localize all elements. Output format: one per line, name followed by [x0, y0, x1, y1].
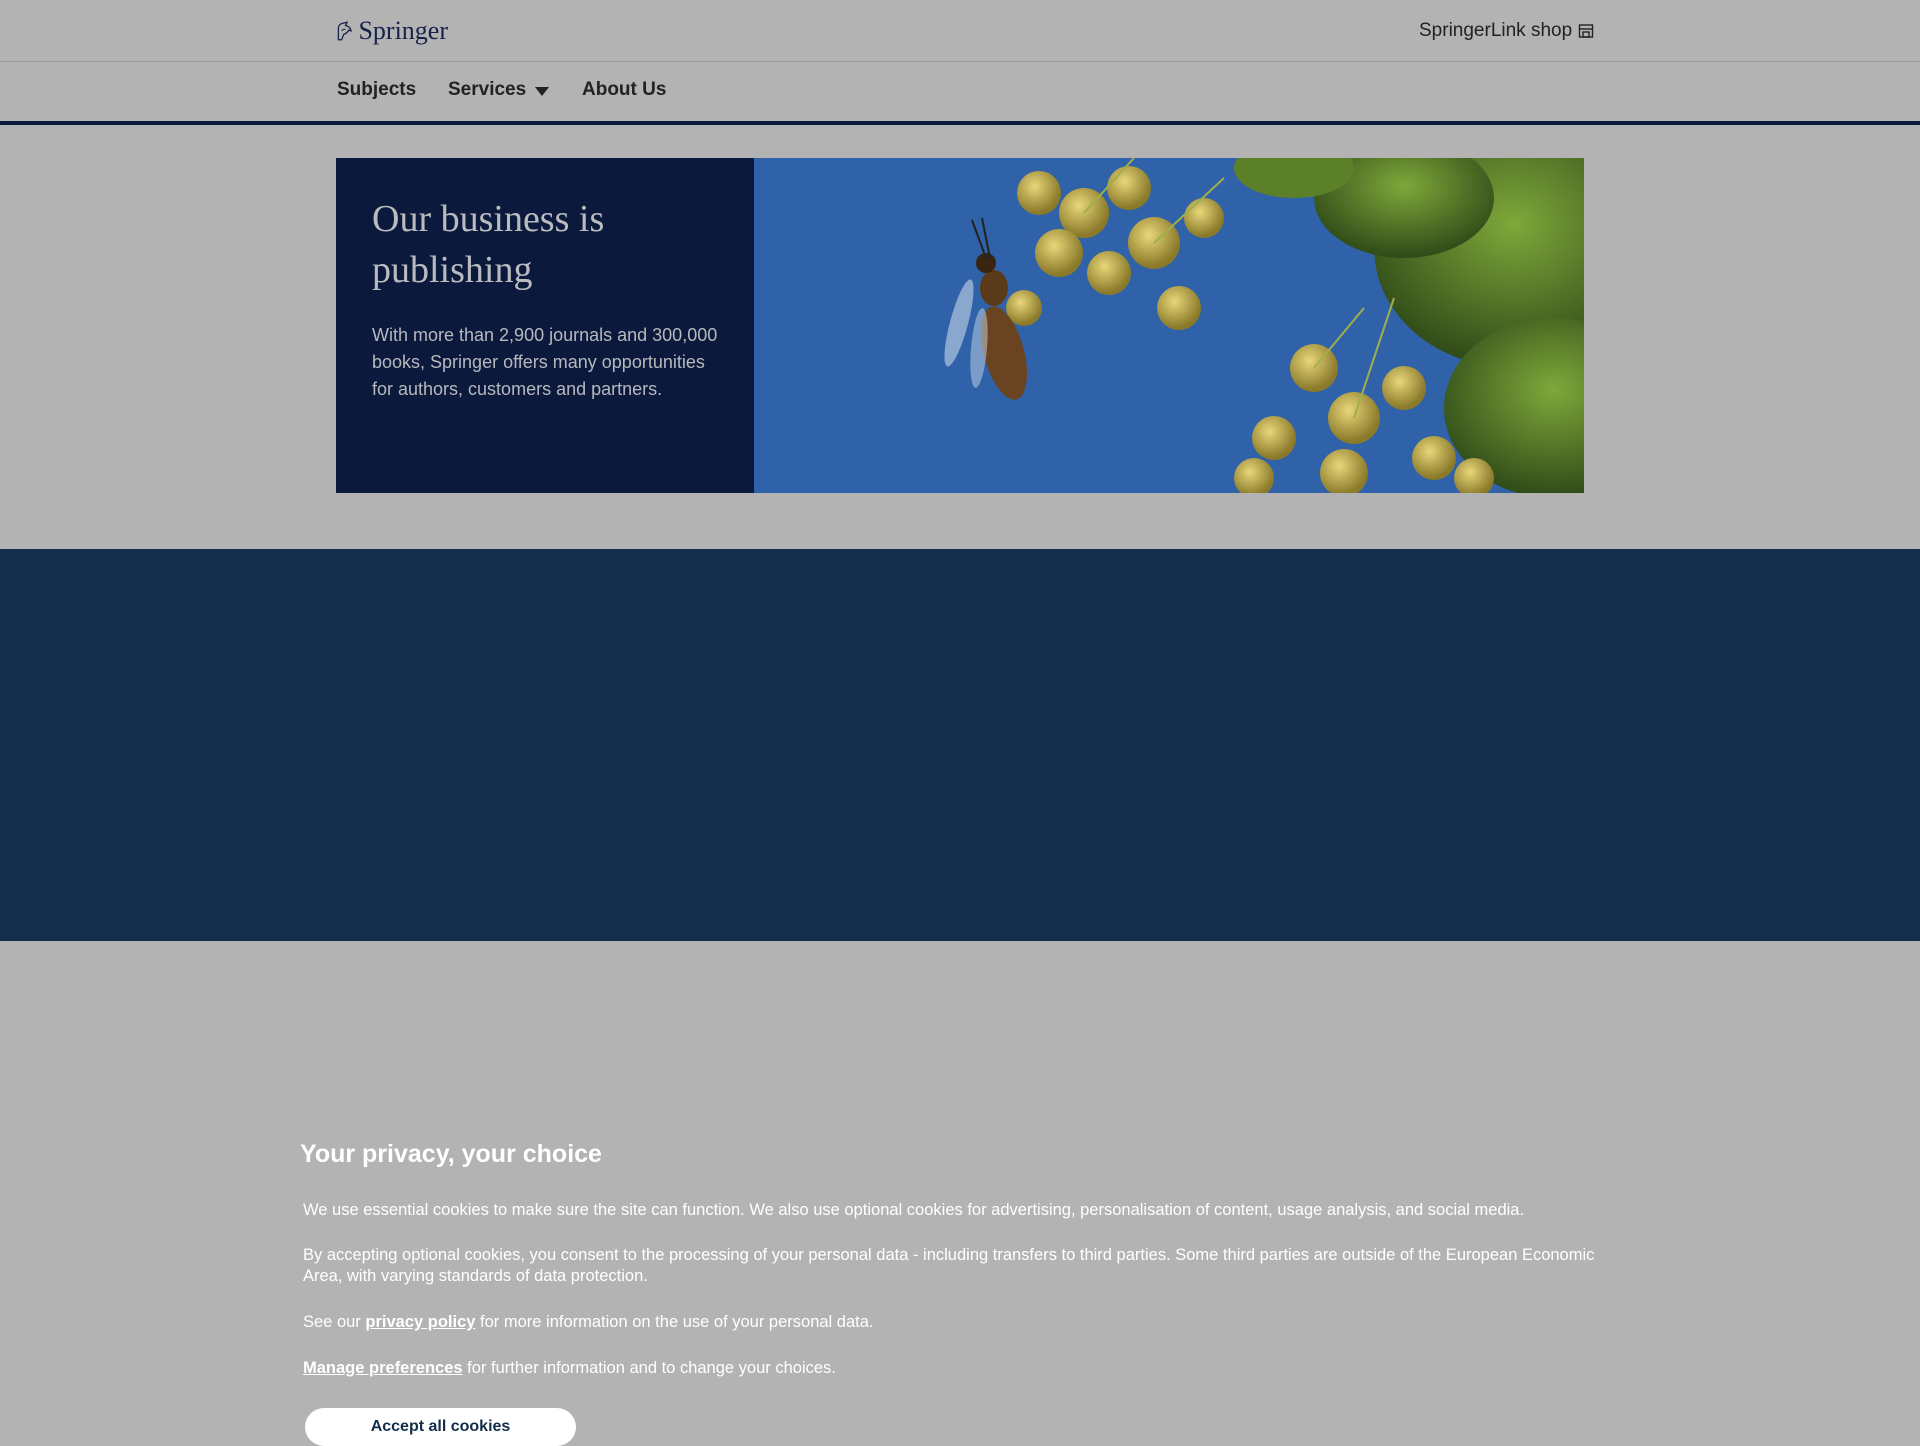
- cookie-paragraph-privacy: See our privacy policy for more informat…: [303, 1312, 874, 1333]
- cookie-paragraph-consent: By accepting optional cookies, you conse…: [303, 1246, 1595, 1285]
- springer-logo-link[interactable]: Springer: [336, 17, 448, 45]
- accept-all-cookies-button[interactable]: Accept all cookies: [305, 1408, 576, 1446]
- manage-preferences-button[interactable]: Manage preferences: [303, 1359, 463, 1378]
- hero-text-panel: Our business is publishing With more tha…: [336, 158, 754, 493]
- bee-on-flowers-illustration: [754, 158, 1584, 493]
- nav-services-button[interactable]: Services: [448, 79, 550, 101]
- open-access-link[interactable]: [1302, 1284, 1410, 1304]
- privacy-policy-link[interactable]: privacy policy: [365, 1313, 475, 1331]
- publish-a-book-link[interactable]: [669, 1284, 799, 1304]
- logo-text: Springer: [358, 16, 448, 45]
- services-label: Services: [448, 79, 527, 100]
- cookie-paragraph-essential: We use essential cookies to make sure th…: [303, 1201, 1525, 1219]
- nav-about-link[interactable]: About Us: [582, 79, 666, 101]
- manage-suffix: for further information and to change yo…: [462, 1359, 836, 1377]
- springer-horse-icon: [337, 21, 352, 41]
- hero-image: [754, 158, 1584, 493]
- cookie-consent-banner: Your privacy, your choice We use essenti…: [0, 549, 1920, 1446]
- cookie-paragraph-manage: Manage preferences for further informati…: [303, 1358, 836, 1379]
- storefront-icon: [1578, 24, 1594, 38]
- discover-our-science-link[interactable]: [354, 1118, 534, 1138]
- site-header: Springer SpringerLink shop: [0, 0, 1920, 62]
- privacy-prefix: See our: [303, 1313, 366, 1331]
- nav-subjects-link[interactable]: Subjects: [337, 79, 416, 101]
- springerlink-shop-link[interactable]: SpringerLink shop: [1419, 19, 1594, 43]
- shop-label: SpringerLink shop: [1419, 20, 1573, 41]
- submit-an-article-link[interactable]: [986, 1284, 1137, 1304]
- privacy-suffix: for more information on the use of your …: [475, 1313, 874, 1331]
- hero-title: Our business is publishing: [372, 198, 605, 291]
- main-nav: Subjects Services About Us: [0, 62, 1920, 125]
- caret-down-icon: [535, 86, 550, 96]
- cookie-banner-title: Your privacy, your choice: [300, 1140, 602, 1168]
- hero-section: Our business is publishing With more tha…: [336, 158, 1584, 493]
- hero-description: With more than 2,900 journals and 300,00…: [372, 325, 718, 399]
